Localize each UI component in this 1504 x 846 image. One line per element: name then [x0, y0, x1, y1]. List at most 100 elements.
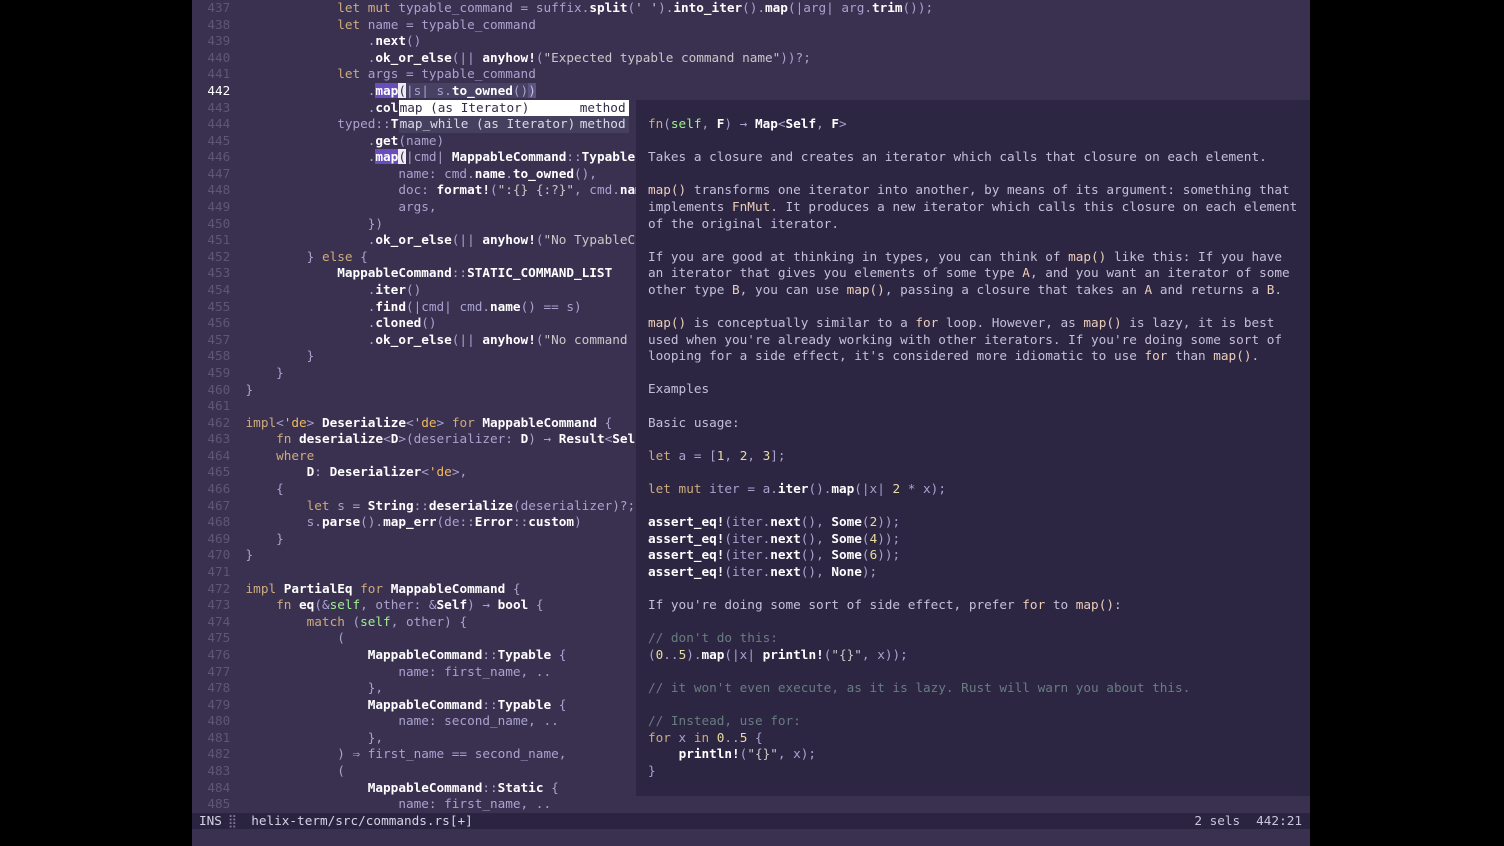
line-number: 480	[192, 713, 230, 730]
code-token: iter	[778, 481, 809, 496]
code-token: name	[490, 299, 521, 314]
code-token: {	[551, 647, 566, 662]
code-line[interactable]: 485 name: first_name, ..	[192, 796, 1310, 813]
completion-item-map_while[interactable]: map_while (as Iterator)method	[399, 116, 629, 133]
line-number: 483	[192, 763, 230, 780]
line-number: 440	[192, 50, 230, 67]
line-number: 439	[192, 33, 230, 50]
code-line[interactable]: 442 .map(|s| s.to_owned())	[192, 83, 1310, 100]
code-token: (	[345, 614, 360, 629]
line-number: 442	[192, 83, 230, 100]
code-token: ));	[877, 531, 900, 546]
code-line[interactable]: 437 let mut typable_command = suffix.spl…	[192, 0, 1310, 17]
code-token: Result	[559, 431, 605, 446]
line-number: 478	[192, 680, 230, 697]
code-token: ) →	[724, 116, 755, 131]
doc-line: fn(self, F) → Map<Self, F>	[648, 116, 1306, 133]
doc-line	[648, 581, 1306, 598]
code-token: for	[1022, 597, 1045, 612]
code-token: into_iter	[673, 0, 742, 15]
code-token: next	[770, 547, 801, 562]
code-line[interactable]: 441 let args = typable_command	[192, 66, 1310, 83]
line-number: 473	[192, 597, 230, 614]
code-token: ));	[877, 547, 900, 562]
line-number: 441	[192, 66, 230, 83]
code-token: let	[337, 0, 360, 15]
command-line[interactable]	[192, 829, 1310, 846]
code-token: anyhow!	[482, 332, 535, 347]
code-token: Some	[831, 547, 862, 562]
code-token: split	[589, 0, 627, 15]
doc-line	[648, 365, 1306, 382]
code-token: MappableCommand	[368, 780, 483, 795]
code-token: doc:	[246, 182, 437, 197]
doc-line: let a = [1, 2, 3];	[648, 448, 1306, 465]
code-token: {	[505, 581, 520, 596]
code-token: assert_eq!	[648, 514, 724, 529]
code-token: (	[246, 763, 345, 778]
code-token	[360, 0, 368, 15]
code-token: (|x|	[854, 481, 892, 496]
line-number: 474	[192, 614, 230, 631]
doc-line: Takes a closure and creates an iterator …	[648, 149, 1306, 166]
code-token: Some	[831, 531, 862, 546]
completion-item-map[interactable]: map (as Iterator)method	[399, 100, 629, 117]
code-token: ..	[724, 730, 739, 745]
doc-line: map() transforms one iterator into anoth…	[648, 182, 1306, 199]
line-number: 460	[192, 382, 230, 399]
code-token	[291, 597, 299, 612]
code-line[interactable]: 438 let name = typable_command	[192, 17, 1310, 34]
code-token: .	[246, 133, 376, 148]
code-token: (	[490, 182, 498, 197]
selection-count: 2 sels	[1194, 813, 1256, 828]
code-token: .	[246, 315, 376, 330]
doc-line	[648, 663, 1306, 680]
code-token: to	[1045, 597, 1076, 612]
code-token	[648, 746, 679, 761]
code-token: >(deserializer:	[398, 431, 520, 446]
code-token: let	[307, 498, 330, 513]
code-token: ::	[482, 697, 497, 712]
code-token	[383, 581, 391, 596]
code-token: :	[314, 464, 329, 479]
code-token: None	[831, 564, 862, 579]
code-line[interactable]: 440 .ok_or_else(|| anyhow!("Expected typ…	[192, 50, 1310, 67]
code-token	[246, 597, 277, 612]
code-token: (&	[314, 597, 329, 612]
code-token: name: cmd.	[246, 166, 475, 181]
code-token: {	[528, 597, 543, 612]
code-token	[246, 66, 338, 81]
code-token: ::	[414, 498, 429, 513]
code-token: Static	[498, 780, 544, 795]
code-token: ::	[482, 647, 497, 662]
line-number: 446	[192, 149, 230, 166]
code-token: <	[406, 415, 414, 430]
code-token: eq	[299, 597, 314, 612]
code-token: (	[862, 547, 870, 562]
code-token: map()	[648, 315, 686, 330]
code-token: .	[505, 166, 513, 181]
line-number: 449	[192, 199, 230, 216]
code-token: , other: &	[360, 597, 436, 612]
code-token: Deserialize	[322, 415, 406, 430]
code-token: , passing a closure that takes an	[885, 282, 1145, 297]
code-token: else	[322, 249, 353, 264]
code-token: assert_eq!	[648, 547, 724, 562]
code-token: STATIC_COMMAND_LIST	[467, 265, 612, 280]
doc-line: implements FnMut. It produces a new iter…	[648, 199, 1306, 216]
code-line[interactable]: 439 .next()	[192, 33, 1310, 50]
code-token	[353, 581, 361, 596]
code-token: (|arg| arg.	[788, 0, 872, 15]
code-token: name	[475, 166, 506, 181]
code-token: "Expected typable command name"	[543, 50, 780, 65]
code-token: where	[276, 448, 314, 463]
code-token: args,	[246, 199, 437, 214]
code-token: MappableCommand	[337, 265, 452, 280]
code-token: PartialEq	[284, 581, 353, 596]
doc-line: assert_eq!(iter.next(), Some(2));	[648, 514, 1306, 531]
code-token: and returns a	[1152, 282, 1267, 297]
completion-popup[interactable]: map (as Iterator)methodmap_while (as Ite…	[399, 100, 629, 133]
helix-editor-terminal[interactable]: 437 let mut typable_command = suffix.spl…	[192, 0, 1310, 846]
doc-line: used when you're already working with ot…	[648, 332, 1306, 349]
line-number: 469	[192, 531, 230, 548]
